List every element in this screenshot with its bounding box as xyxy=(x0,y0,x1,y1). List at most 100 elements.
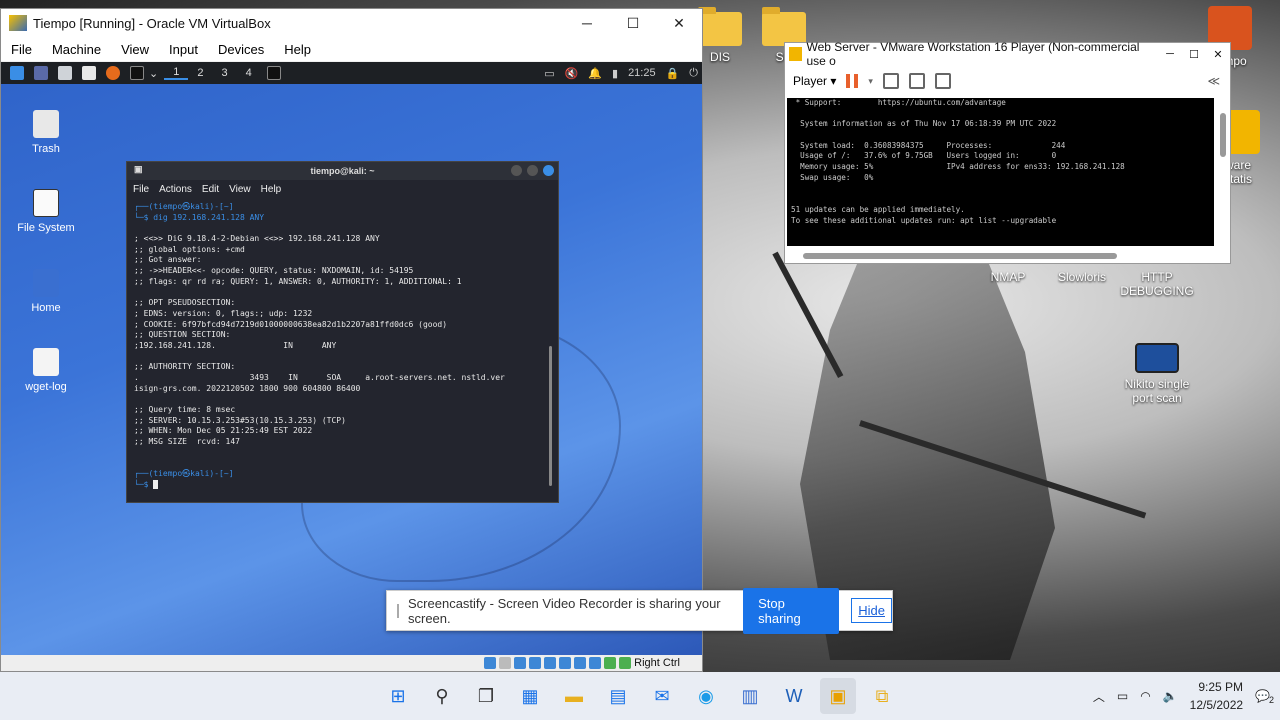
start-button[interactable]: ⊞ xyxy=(380,678,416,714)
display-icon[interactable] xyxy=(574,657,587,669)
task-view-icon[interactable]: ❐ xyxy=(468,678,504,714)
icon-label: Slowloris xyxy=(1057,270,1106,284)
vmware-taskbar-icon[interactable]: ⧉ xyxy=(864,678,900,714)
recording-icon[interactable] xyxy=(589,657,602,669)
host-icon-http-debugging[interactable]: HTTP DEBUGGING xyxy=(1117,270,1197,298)
clock[interactable]: 9:25 PM 12/5/2022 xyxy=(1190,678,1243,714)
file-explorer-icon[interactable]: ▬ xyxy=(556,678,592,714)
menu-machine[interactable]: Machine xyxy=(42,42,111,57)
host-icon-slowloris[interactable]: Slowloris xyxy=(1042,270,1122,284)
chevron-down-icon[interactable]: ⌄ xyxy=(149,67,158,80)
battery-icon[interactable]: ▭ xyxy=(1117,689,1128,703)
store-icon[interactable]: ▤ xyxy=(600,678,636,714)
workspace-1[interactable]: 1 xyxy=(164,66,189,80)
hdd-icon[interactable] xyxy=(484,657,497,669)
widgets-icon[interactable]: ▦ xyxy=(512,678,548,714)
audio-icon[interactable] xyxy=(514,657,527,669)
guest-icon-trash[interactable]: Trash xyxy=(1,110,91,155)
mute-icon[interactable]: 🔇 xyxy=(565,67,579,80)
menu-view[interactable]: View xyxy=(111,42,159,57)
text-editor-icon[interactable] xyxy=(82,66,96,80)
workspace-4[interactable]: 4 xyxy=(237,67,261,79)
guest-icon-home[interactable]: Home xyxy=(1,269,91,314)
terminal-output[interactable]: ┌──(tiempo㉿kali)-[~] └─$ dig 192.168.241.… xyxy=(127,198,558,495)
mouse-integration-icon[interactable] xyxy=(619,657,632,669)
menu-file[interactable]: File xyxy=(1,42,42,57)
file-manager-icon[interactable] xyxy=(58,66,72,80)
workspace-3[interactable]: 3 xyxy=(212,67,236,79)
stop-sharing-button[interactable]: Stop sharing xyxy=(743,587,840,634)
cpu-icon[interactable] xyxy=(604,657,617,669)
minimize-button[interactable]: ─ xyxy=(1158,48,1182,61)
guest-icon-filesystem[interactable]: File System xyxy=(1,189,91,234)
terminal-task-icon[interactable] xyxy=(266,66,281,80)
notepad-icon[interactable]: ▥ xyxy=(732,678,768,714)
vmware-vertical-scrollbar[interactable] xyxy=(1220,113,1226,157)
close-button[interactable]: ✕ xyxy=(1206,48,1230,61)
vmware-titlebar[interactable]: Web Server - VMware Workstation 16 Playe… xyxy=(785,40,1230,68)
maximize-button[interactable]: ☐ xyxy=(610,9,656,37)
host-icon-nikito[interactable]: Nikito single port scan xyxy=(1117,343,1197,405)
fullscreen-icon[interactable] xyxy=(908,73,925,89)
terminal-menu-help[interactable]: Help xyxy=(261,184,282,195)
chevron-down-icon[interactable]: ▾ xyxy=(868,76,873,87)
power-icon[interactable]: ⏻ xyxy=(689,67,698,80)
guest-icon-wget-log[interactable]: wget-log xyxy=(1,348,91,393)
menu-devices[interactable]: Devices xyxy=(208,42,274,57)
terminal-window[interactable]: ▣ tiempo@kali: ~ File Actions Edit View … xyxy=(126,161,559,503)
host-icon-nmap[interactable]: NMAP xyxy=(968,270,1048,284)
vmware-logo-icon xyxy=(789,47,803,61)
terminal-menu-view[interactable]: View xyxy=(229,184,251,195)
terminal-launcher-icon[interactable] xyxy=(130,66,144,80)
terminal-menu-actions[interactable]: Actions xyxy=(159,184,192,195)
vbox-titlebar[interactable]: Tiempo [Running] - Oracle VM VirtualBox … xyxy=(1,9,702,37)
terminal-scrollbar[interactable] xyxy=(549,346,552,486)
send-ctrl-alt-del-icon[interactable] xyxy=(882,73,899,89)
network-icon[interactable] xyxy=(529,657,542,669)
workspace-2[interactable]: 2 xyxy=(188,67,212,79)
volume-icon[interactable]: 🔈 xyxy=(1163,689,1178,703)
battery-icon[interactable]: ▮ xyxy=(612,67,618,80)
terminal-menu-edit[interactable]: Edit xyxy=(202,184,219,195)
search-icon[interactable]: ⚲ xyxy=(424,678,460,714)
pause-icon[interactable] xyxy=(846,74,859,88)
bell-icon[interactable]: 🔔 xyxy=(588,67,602,80)
optical-drive-icon[interactable] xyxy=(499,657,512,669)
close-icon[interactable] xyxy=(543,165,554,176)
menu-input[interactable]: Input xyxy=(159,42,208,57)
notification-icon[interactable]: 💬 2 xyxy=(1255,689,1274,705)
maximize-button[interactable]: ☐ xyxy=(1182,48,1206,61)
shared-folders-icon[interactable] xyxy=(559,657,572,669)
firefox-icon[interactable] xyxy=(106,66,120,80)
minimize-button[interactable]: ─ xyxy=(564,9,610,37)
display-icon[interactable]: ▭ xyxy=(544,67,554,80)
menu-help[interactable]: Help xyxy=(274,42,321,57)
wifi-icon[interactable]: ◠ xyxy=(1140,689,1150,703)
vmware-horizontal-scrollbar[interactable] xyxy=(803,253,1117,259)
terminal-menu-file[interactable]: File xyxy=(133,184,149,195)
show-desktop-icon[interactable] xyxy=(34,66,48,80)
player-menu[interactable]: Player ▾ xyxy=(793,74,836,88)
lock-icon[interactable]: 🔒 xyxy=(666,67,680,80)
usb-icon[interactable] xyxy=(544,657,557,669)
hide-button[interactable]: Hide xyxy=(851,598,892,623)
terminal-line: ; <<>> DiG 9.18.4-2-Debian <<>> 192.168.… xyxy=(134,234,380,244)
collapse-toolbar-icon[interactable]: ≪ xyxy=(1207,74,1220,88)
drag-handle-icon[interactable] xyxy=(397,603,399,618)
vmware-console[interactable]: * Support: https://ubuntu.com/advantage … xyxy=(787,98,1214,246)
kali-clock[interactable]: 21:25 xyxy=(628,67,656,79)
terminal-line: ;; Query time: 8 msec xyxy=(134,405,236,415)
kali-menu-icon[interactable] xyxy=(10,66,24,80)
unity-icon[interactable] xyxy=(934,73,951,89)
edge-icon[interactable]: ◉ xyxy=(688,678,724,714)
virtualbox-taskbar-icon[interactable]: ▣ xyxy=(820,678,856,714)
mail-icon[interactable]: ✉ xyxy=(644,678,680,714)
close-button[interactable]: ✕ xyxy=(656,9,702,37)
minimize-icon[interactable] xyxy=(511,165,522,176)
word-icon[interactable]: W xyxy=(776,678,812,714)
chevron-up-icon[interactable]: ︿ xyxy=(1093,688,1105,705)
kali-guest-screen[interactable]: ⌄ 1 2 3 4 ▭ 🔇 🔔 ▮ 21:25 🔒 ⏻ Trash File S… xyxy=(1,62,702,657)
terminal-titlebar[interactable]: ▣ tiempo@kali: ~ xyxy=(127,162,558,180)
maximize-icon[interactable] xyxy=(527,165,538,176)
terminal-line: ;; Got answer: xyxy=(134,255,202,265)
